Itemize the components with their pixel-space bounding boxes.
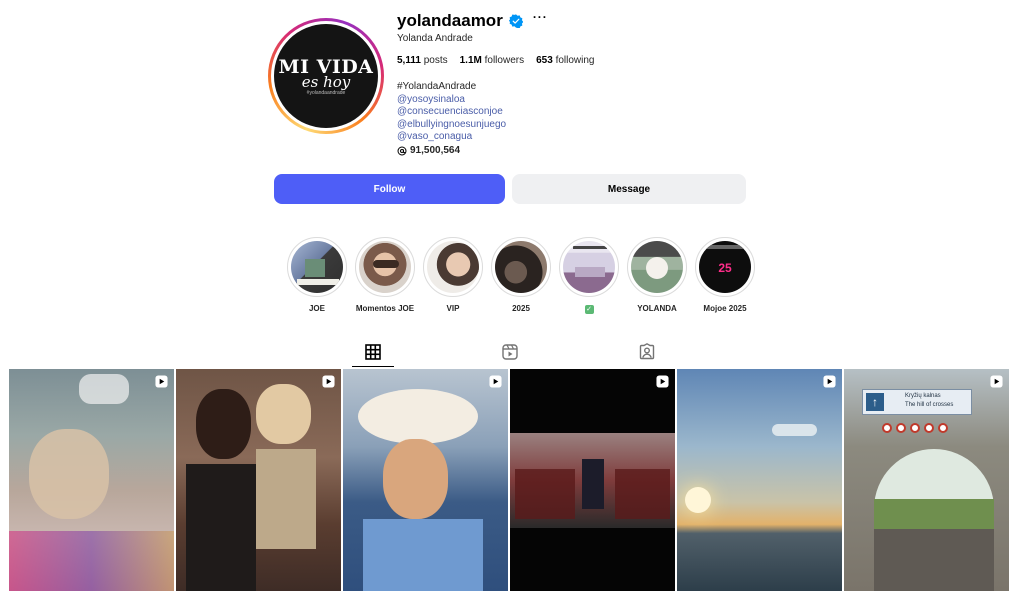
followers-label: followers (484, 55, 525, 66)
post-thumbnail[interactable] (677, 369, 842, 591)
avatar-image: MI VIDA es hoy #yolandaandrade (274, 24, 378, 128)
bio-mention-link[interactable]: @yosoysinaloa (397, 94, 506, 107)
highlight-item[interactable]: 2025 (487, 237, 555, 316)
highlight-cover (291, 241, 343, 293)
profile-bio: #YolandaAndrade @yosoysinaloa @consecuen… (397, 81, 506, 158)
highlight-item[interactable]: 25 Mojoe 2025 (691, 237, 759, 316)
highlight-ring (355, 237, 415, 297)
followers-count[interactable]: 1.1M followers (460, 55, 524, 66)
highlight-cover (359, 241, 411, 293)
highlight-ring (627, 237, 687, 297)
profile-avatar[interactable]: MI VIDA es hoy #yolandaandrade (268, 18, 384, 134)
highlight-label: ✓ (584, 304, 594, 316)
active-tab-underline (352, 366, 394, 367)
more-options-icon[interactable]: ··· (533, 11, 548, 23)
highlight-item[interactable]: VIP (419, 237, 487, 316)
threads-count: 91,500,564 (410, 144, 461, 156)
post-thumbnail[interactable] (343, 369, 508, 591)
highlight-label: VIP (446, 304, 460, 313)
following-count[interactable]: 653 following (536, 55, 594, 66)
highlight-label: 2025 (512, 304, 530, 313)
highlight-cover (563, 241, 615, 293)
highlight-label: JOE (308, 304, 325, 313)
followers-value: 1.1M (459, 55, 482, 66)
reel-icon (489, 375, 502, 388)
grid-icon[interactable] (364, 343, 382, 361)
threads-icon (397, 146, 407, 156)
post-thumbnail[interactable]: ↑ Kryžių kalnas The hill of crosses (844, 369, 1009, 591)
following-value: 653 (536, 55, 553, 66)
highlight-ring (423, 237, 483, 297)
reel-icon (823, 375, 836, 388)
message-button[interactable]: Message (512, 174, 746, 204)
reels-icon[interactable] (501, 343, 519, 361)
sign-pictograms (882, 423, 972, 435)
verified-badge-icon (508, 14, 523, 28)
username-row: yolandaamor ··· (397, 8, 548, 34)
posts-label: posts (423, 55, 448, 66)
highlight-cover (631, 241, 683, 293)
post-thumbnail[interactable] (176, 369, 341, 591)
sign-text-line2: The hill of crosses (905, 402, 954, 408)
sign-text-line1: Kryžių kalnas (905, 393, 941, 399)
story-highlights: JOE Momentos JOE VIP 2025 ✓ YOLANDA 25 M… (283, 237, 759, 316)
highlight-cover-text: 25 (718, 261, 732, 275)
bio-hashtag[interactable]: #YolandaAndrade (397, 81, 506, 94)
reel-icon (322, 375, 335, 388)
highlight-item[interactable]: YOLANDA (623, 237, 691, 316)
check-emoji: ✓ (584, 305, 594, 314)
follow-button[interactable]: Follow (274, 174, 505, 204)
username[interactable]: yolandaamor (397, 11, 503, 31)
posts-value: 5,111 (397, 55, 421, 66)
highlight-label: Momentos JOE (355, 304, 415, 313)
bio-mention-link[interactable]: @elbullyingnoesunjuego (397, 119, 506, 132)
reel-icon (656, 375, 669, 388)
highlight-cover (427, 241, 479, 293)
avatar-text-line2: es hoy (301, 72, 351, 91)
highlight-item[interactable]: Momentos JOE (351, 237, 419, 316)
highlight-label: YOLANDA (637, 304, 677, 313)
highlight-ring (559, 237, 619, 297)
threads-link[interactable]: 91,500,564 (397, 145, 506, 158)
post-thumbnail[interactable] (9, 369, 174, 591)
highlight-ring (287, 237, 347, 297)
sign-board: ↑ Kryžių kalnas The hill of crosses (862, 389, 972, 415)
highlight-ring: 25 (695, 237, 755, 297)
highlight-item[interactable]: ✓ (555, 237, 623, 316)
reel-icon (990, 375, 1003, 388)
tagged-icon[interactable] (638, 343, 656, 361)
bio-mention-link[interactable]: @consecuenciasconjoe (397, 106, 506, 119)
highlight-cover: 25 (699, 241, 751, 293)
avatar-text-line3: #yolandaandrade (306, 89, 346, 96)
posts-grid: ↑ Kryžių kalnas The hill of crosses (9, 369, 1009, 591)
highlight-label: Mojoe 2025 (703, 304, 747, 313)
full-name: Yolanda Andrade (397, 33, 473, 44)
following-label: following (555, 55, 595, 66)
avatar-gap: MI VIDA es hoy #yolandaandrade (271, 21, 381, 131)
profile-stats: 5,111 posts 1.1M followers 653 following (397, 55, 606, 66)
arrow-up-icon: ↑ (866, 393, 884, 411)
post-thumbnail[interactable] (510, 369, 675, 591)
bio-mention-link[interactable]: @vaso_conagua (397, 131, 506, 144)
highlight-cover (495, 241, 547, 293)
reel-icon (155, 375, 168, 388)
posts-count: 5,111 posts (397, 55, 448, 66)
highlight-item[interactable]: JOE (283, 237, 351, 316)
highlight-ring (491, 237, 551, 297)
